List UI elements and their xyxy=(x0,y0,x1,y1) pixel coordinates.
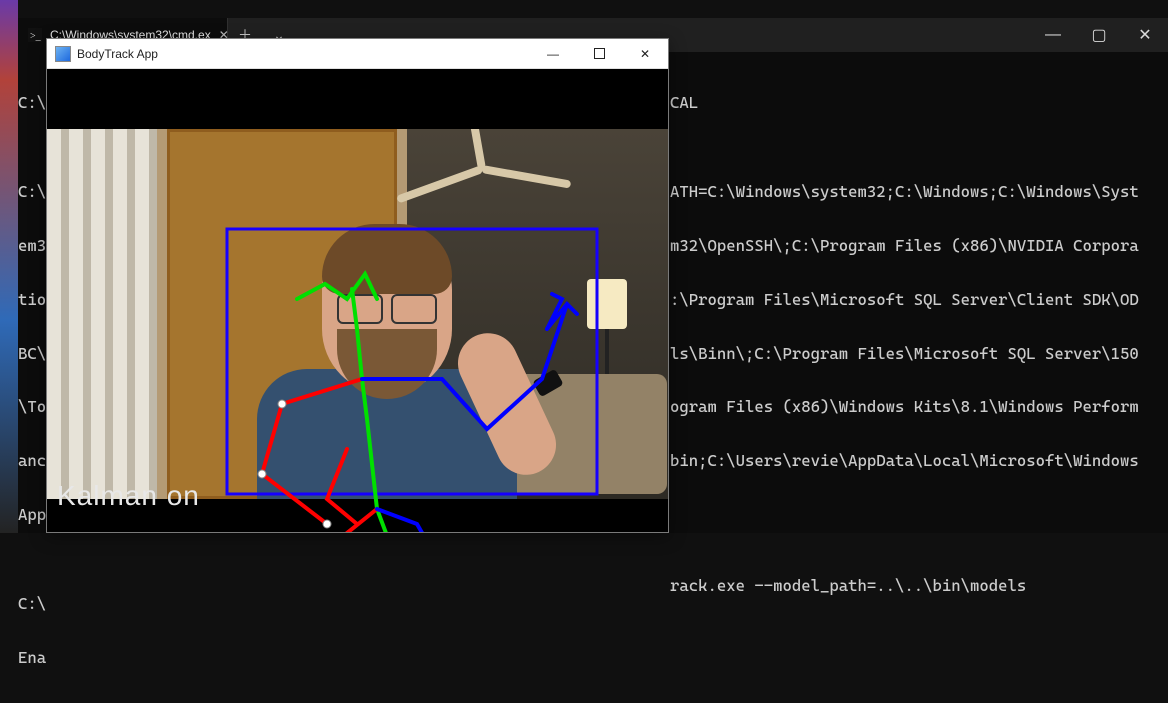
term-line: ogram Files (x86)\Windows Kits\8.1\Windo… xyxy=(670,398,1139,416)
app-icon xyxy=(55,46,71,62)
bodytrack-window: BodyTrack App — ✕ xyxy=(46,38,669,533)
term-line: m32\OpenSSH\;C:\Program Files (x86)\NVID… xyxy=(670,237,1139,255)
term-line: C:\ xyxy=(18,595,74,613)
desktop-sliver xyxy=(0,0,18,533)
terminal-window-controls: — ▢ ✕ xyxy=(1030,18,1168,52)
term-line: ls\Binn\;C:\Program Files\Microsoft SQL … xyxy=(670,345,1139,363)
app-maximize-button[interactable] xyxy=(576,39,622,69)
term-line: CAL xyxy=(670,94,1139,112)
term-line: bin;C:\Users\revie\AppData\Local\Microso… xyxy=(670,452,1139,470)
minimize-button[interactable]: — xyxy=(1030,18,1076,52)
app-close-button[interactable]: ✕ xyxy=(622,39,668,69)
cmd-icon: >_ xyxy=(28,28,42,42)
term-line: ATH=C:\Windows\system32;C:\Windows;C:\Wi… xyxy=(670,183,1139,201)
status-text: Kalman on xyxy=(57,480,200,512)
app-titlebar[interactable]: BodyTrack App — ✕ xyxy=(47,39,668,69)
svg-text:>_: >_ xyxy=(30,31,42,42)
maximize-icon xyxy=(594,48,605,59)
app-minimize-button[interactable]: — xyxy=(530,39,576,69)
term-line: Ena xyxy=(18,649,74,667)
app-canvas: Kalman on xyxy=(47,69,668,532)
close-button[interactable]: ✕ xyxy=(1122,18,1168,52)
term-line: :\Program Files\Microsoft SQL Server\Cli… xyxy=(670,291,1139,309)
webcam-frame xyxy=(47,129,668,499)
app-title: BodyTrack App xyxy=(77,47,158,61)
maximize-button[interactable]: ▢ xyxy=(1076,18,1122,52)
term-line: rack.exe --model_path=..\..\bin\models xyxy=(670,577,1139,595)
